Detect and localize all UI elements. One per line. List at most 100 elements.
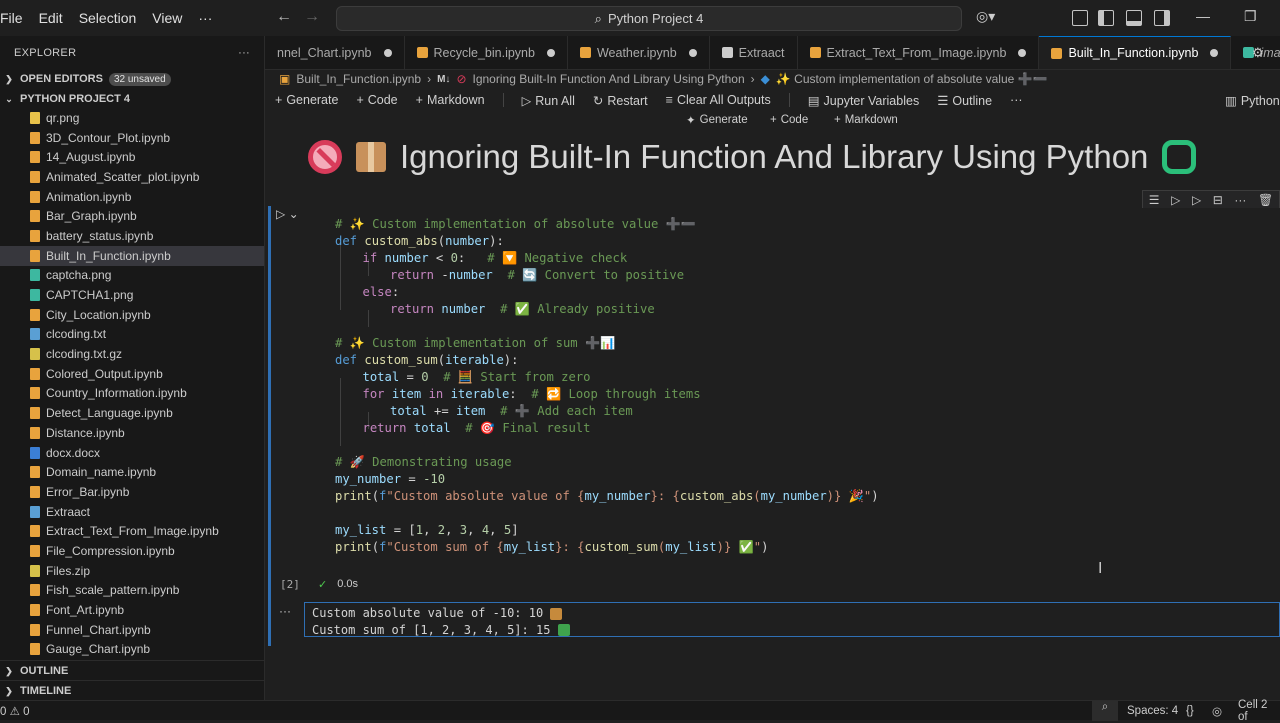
add-markdown-button[interactable]: + Markdown [416,93,485,107]
explorer-header: EXPLORER ··· [0,36,264,69]
breadcrumb-heading[interactable]: Ignoring Built-In Function And Library U… [473,72,745,86]
copilot-icon[interactable]: ◎▾ [976,8,995,25]
generate-button[interactable]: + Generate [275,93,338,107]
zoom-icon[interactable]: ⌕ [1092,700,1118,721]
problems-indicator[interactable]: 0 ⚠ 0 [0,704,30,718]
file-item[interactable]: Country_Information.ipynb [0,384,264,404]
editor-tab[interactable]: nnel_Chart.ipynb [265,36,405,69]
file-item[interactable]: Extraact [0,502,264,522]
file-item[interactable]: qr.png [0,108,264,128]
minimize-icon[interactable]: — [1196,8,1210,24]
file-item[interactable]: Error_Bar.ipynb [0,482,264,502]
unsaved-dot-icon[interactable] [1210,49,1219,57]
file-item[interactable]: Gauge_Chart.ipynb [0,640,264,660]
split-cell-icon[interactable]: ⊟ [1213,193,1223,207]
file-item[interactable]: Funnel_Chart.ipynb [0,620,264,640]
kernel-picker[interactable]: ▥ Python [1225,93,1280,108]
status-bar: 0 ⚠ 0 ⌕ Spaces: 4 {} ◎ Cell 2 of [0,699,1280,723]
file-tree: qr.png 3D_Contour_Plot.ipynb 14_August.ipy… [0,108,264,659]
run-cell-button[interactable]: ▷ ⌄ [276,207,299,221]
file-item[interactable]: Colored_Output.ipynb [0,364,264,384]
delete-cell-icon[interactable]: 🗑 [1258,193,1273,207]
execution-count: [2] [280,578,300,591]
file-item[interactable]: Fish_scale_pattern.ipynb [0,581,264,601]
cell-indicator[interactable]: Cell 2 of [1238,699,1280,723]
menu-selection[interactable]: Selection [71,0,145,36]
unsaved-dot-icon[interactable] [1018,48,1027,57]
toggle-secondary-sidebar-icon[interactable] [1154,10,1170,26]
add-code-button[interactable]: + Code [356,93,397,107]
command-center-search[interactable]: ⌕ Python Project 4 [336,6,962,31]
toggle-sidebar-icon[interactable] [1098,10,1114,26]
language-braces[interactable]: {} [1186,705,1194,717]
restart-button[interactable]: ↻ Restart [593,93,648,108]
jupyter-variables-button[interactable]: ▤ Jupyter Variables [808,93,919,108]
file-item[interactable]: File_Compression.ipynb [0,541,264,561]
insert-code-button[interactable]: + Code [770,111,808,129]
indent-guide [368,310,369,327]
outline-button[interactable]: ☰ Outline [937,93,992,108]
markdown-heading[interactable]: Ignoring Built-In Function And Library U… [308,135,1268,179]
clear-outputs-button[interactable]: ≡ Clear All Outputs [666,93,771,107]
output-more-button[interactable]: ··· [279,604,291,618]
code-editor[interactable]: # ✨ Custom implementation of absolute va… [304,208,1280,596]
restore-icon[interactable]: ❐ [1244,8,1257,25]
breadcrumb-file[interactable]: Built_In_Function.ipynb [296,72,421,86]
file-item[interactable]: Distance.ipynb [0,423,264,443]
run-by-line-icon[interactable]: ☰ [1149,193,1160,207]
file-item[interactable]: Animated_Scatter_plot.ipynb [0,167,264,187]
menu-view[interactable]: View [144,0,190,36]
file-item[interactable]: 3D_Contour_Plot.ipynb [0,128,264,148]
insert-markdown-button[interactable]: + Markdown [834,111,898,129]
project-section[interactable]: ⌄ PYTHON PROJECT 4 [0,89,264,109]
timeline-section[interactable]: ❯ TIMELINE [0,680,264,701]
editor-tab[interactable]: Extract_Text_From_Image.ipynb [798,36,1040,69]
unsaved-badge: 32 unsaved [108,72,171,86]
file-item[interactable]: 14_August.ipynb [0,147,264,167]
file-item[interactable]: clcoding.txt.gz [0,344,264,364]
menu-edit[interactable]: Edit [31,0,71,36]
search-icon: ⌕ [594,10,602,26]
file-item[interactable]: docx.docx [0,443,264,463]
cell-more-icon[interactable]: ··· [1234,193,1246,207]
file-item[interactable]: Built_In_Function.ipynb [0,245,264,266]
editor-tab[interactable]: Extraact [710,36,798,69]
unsaved-dot-icon[interactable] [546,48,555,57]
toggle-panel-icon[interactable] [1126,10,1142,26]
file-item[interactable]: clcoding.txt [0,325,264,345]
unsaved-dot-icon[interactable] [688,48,697,57]
file-item[interactable]: Domain_name.ipynb [0,462,264,482]
file-item[interactable]: City_Location.ipynb [0,305,264,325]
outline-section[interactable]: ❯ OUTLINE [0,660,264,681]
menu-file[interactable]: File [0,0,31,36]
editor-tab[interactable]: Recycle_bin.ipynb [405,36,568,69]
open-editors-section[interactable]: ❯ OPEN EDITORS 32 unsaved [0,69,264,89]
file-item[interactable]: captcha.png [0,266,264,286]
file-item[interactable]: Bar_Graph.ipynb [0,206,264,226]
success-check-icon: ✓ [318,579,328,591]
layout-customize-icon[interactable] [1072,10,1088,26]
breadcrumb-cell[interactable]: ✨ Custom implementation of absolute valu… [776,72,1048,86]
file-item[interactable]: battery_status.ipynb [0,226,264,246]
menu-more[interactable]: ··· [190,0,220,36]
run-all-button[interactable]: ▷ Run All [522,93,575,108]
spaces-indicator[interactable]: Spaces: 4 [1127,705,1178,717]
forward-arrow-icon[interactable]: → [304,8,320,26]
execute-above-icon[interactable]: ▷ [1171,193,1180,207]
file-item[interactable]: Extract_Text_From_Image.ipynb [0,521,264,541]
file-item[interactable]: Animation.ipynb [0,187,264,207]
file-item[interactable]: Detect_Language.ipynb [0,403,264,423]
file-item[interactable]: Files.zip [0,561,264,581]
insert-generate-button[interactable]: ✦ Generate [686,111,748,129]
copilot-status-icon[interactable]: ◎ [1212,704,1222,718]
back-arrow-icon[interactable]: ← [276,8,292,26]
settings-gear-icon[interactable]: ⚙ [1252,45,1264,61]
explorer-more-icon[interactable]: ··· [238,47,250,59]
execute-below-icon[interactable]: ▷ [1192,193,1201,207]
toolbar-more-button[interactable]: ··· [1010,93,1023,107]
file-item[interactable]: CAPTCHA1.png [0,285,264,305]
file-item[interactable]: Font_Art.ipynb [0,600,264,620]
editor-tab[interactable]: Weather.ipynb [568,36,710,69]
editor-tab[interactable]: Built_In_Function.ipynb [1039,36,1232,69]
unsaved-dot-icon[interactable] [383,48,392,57]
